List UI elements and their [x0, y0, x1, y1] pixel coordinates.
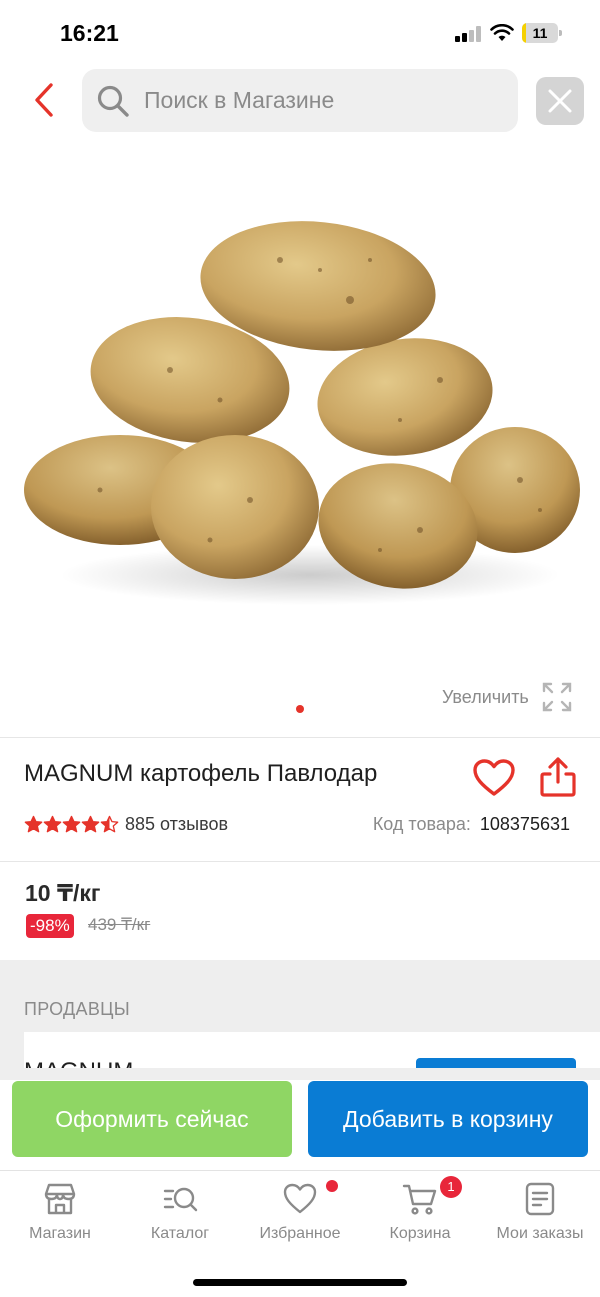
status-bar: 16:21 11	[0, 0, 600, 64]
seller-name: MAGNUM	[24, 1058, 133, 1068]
search-icon	[97, 85, 129, 117]
tab-label: Магазин	[29, 1225, 91, 1242]
star-icon	[81, 815, 100, 833]
home-indicator	[193, 1279, 407, 1286]
zoom-label: Увеличить	[442, 686, 529, 707]
favorites-notification-dot	[326, 1180, 338, 1192]
rating-stars	[24, 815, 119, 834]
signal-icon	[455, 26, 483, 42]
favorite-heart-icon[interactable]	[472, 758, 516, 798]
seller-card: MAGNUM	[24, 1032, 600, 1068]
product-code-label: Код товара:	[372, 814, 471, 834]
tab-label: Корзина	[389, 1225, 451, 1242]
tab-cart[interactable]: Корзина	[360, 1181, 480, 1251]
zoom-button[interactable]: Увеличить	[442, 682, 573, 712]
chevron-left-icon	[35, 83, 53, 117]
divider	[0, 861, 600, 862]
tab-bar: Магазин Каталог Избранное Корзина Мои за…	[0, 1170, 600, 1260]
old-price: 439 ₸/кг	[88, 915, 151, 934]
expand-icon	[542, 682, 572, 712]
search-input[interactable]	[144, 69, 504, 132]
tab-catalog[interactable]: Каталог	[120, 1181, 240, 1251]
catalog-search-icon	[163, 1187, 198, 1212]
orders-icon	[525, 1182, 555, 1216]
sellers-title: ПРОДАВЦЫ	[24, 999, 131, 1019]
wifi-icon	[490, 24, 514, 41]
discount-badge: -98%	[26, 914, 74, 938]
star-icon	[24, 815, 43, 833]
tab-store[interactable]: Магазин	[0, 1181, 120, 1251]
tab-favorites[interactable]: Избранное	[240, 1181, 360, 1251]
product-title: MAGNUM картофель Павлодар	[24, 760, 378, 787]
tab-label: Избранное	[259, 1225, 341, 1242]
tab-orders[interactable]: Мои заказы	[480, 1181, 600, 1251]
back-button[interactable]	[26, 80, 62, 120]
search-box[interactable]	[82, 69, 518, 132]
star-icon	[62, 815, 81, 833]
seller-select-button[interactable]	[416, 1058, 576, 1068]
battery-icon: 11	[522, 23, 562, 43]
rating[interactable]: 885 отзывов	[24, 814, 228, 835]
price: 10 ₸/кг	[25, 880, 101, 906]
add-to-cart-button[interactable]: Добавить в корзину	[308, 1081, 588, 1157]
checkout-now-button[interactable]: Оформить сейчас	[12, 1081, 292, 1157]
close-button[interactable]	[536, 77, 584, 125]
carousel-dot-active[interactable]	[296, 705, 304, 713]
product-code-value: 108375631	[479, 814, 570, 834]
tab-label: Каталог	[150, 1225, 210, 1242]
product-code: Код товара: 108375631	[373, 814, 570, 835]
battery-level: 11	[532, 25, 548, 41]
cart-icon	[402, 1184, 437, 1215]
cart-count-badge: 1	[440, 1176, 462, 1198]
store-icon	[44, 1183, 76, 1215]
reviews-count[interactable]: 885 отзывов	[125, 814, 228, 835]
tab-label: Мои заказы	[496, 1225, 584, 1242]
heart-icon	[283, 1183, 317, 1214]
star-icon	[100, 815, 119, 833]
close-icon	[548, 89, 572, 113]
divider	[0, 737, 600, 738]
status-time: 16:21	[60, 20, 119, 46]
product-image[interactable]	[20, 200, 580, 620]
share-icon[interactable]	[538, 756, 578, 798]
star-icon	[43, 815, 62, 833]
